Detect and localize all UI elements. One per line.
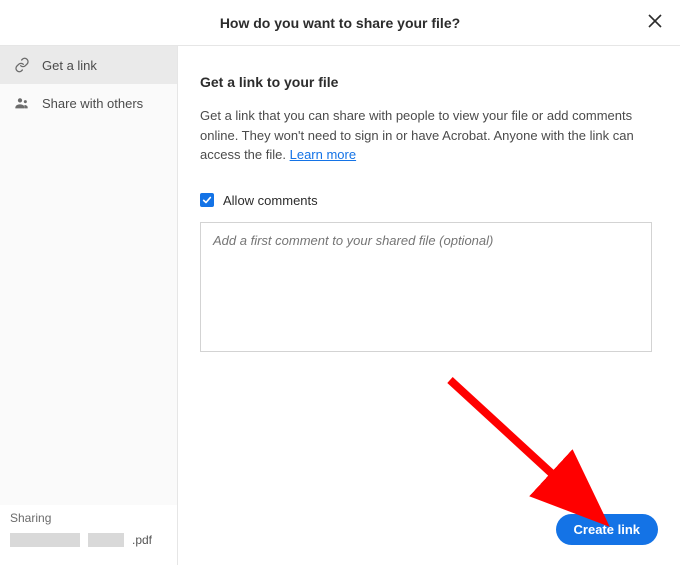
section-description: Get a link that you can share with peopl… [200, 106, 650, 165]
allow-comments-label: Allow comments [223, 193, 318, 208]
close-icon [648, 14, 662, 31]
sidebar: Get a link Share with others Sharing .pd… [0, 46, 178, 565]
allow-comments-row: Allow comments [200, 193, 658, 208]
sidebar-item-label: Get a link [42, 58, 97, 73]
learn-more-link[interactable]: Learn more [290, 147, 356, 162]
sidebar-item-label: Share with others [42, 96, 143, 111]
section-title: Get a link to your file [200, 74, 658, 90]
sharing-label: Sharing [10, 511, 167, 525]
close-button[interactable] [646, 14, 664, 32]
dialog-header: How do you want to share your file? [0, 0, 680, 46]
redacted-filename-part [88, 533, 124, 547]
people-icon [14, 95, 30, 111]
dialog-title: How do you want to share your file? [220, 15, 460, 31]
redacted-filename [10, 533, 80, 547]
description-text: Get a link that you can share with peopl… [200, 108, 634, 162]
file-extension: .pdf [132, 533, 152, 547]
dialog-body: Get a link Share with others Sharing .pd… [0, 46, 680, 565]
check-icon [202, 193, 212, 208]
main-panel: Get a link to your file Get a link that … [178, 46, 680, 565]
allow-comments-checkbox[interactable] [200, 193, 214, 207]
sidebar-item-share-others[interactable]: Share with others [0, 84, 177, 122]
sharing-filename: .pdf [10, 533, 167, 547]
sharing-info: Sharing .pdf [0, 505, 177, 565]
first-comment-input[interactable] [200, 222, 652, 352]
link-icon [14, 57, 30, 73]
sidebar-item-get-link[interactable]: Get a link [0, 46, 177, 84]
create-link-button[interactable]: Create link [556, 514, 658, 545]
sidebar-spacer [0, 122, 177, 505]
